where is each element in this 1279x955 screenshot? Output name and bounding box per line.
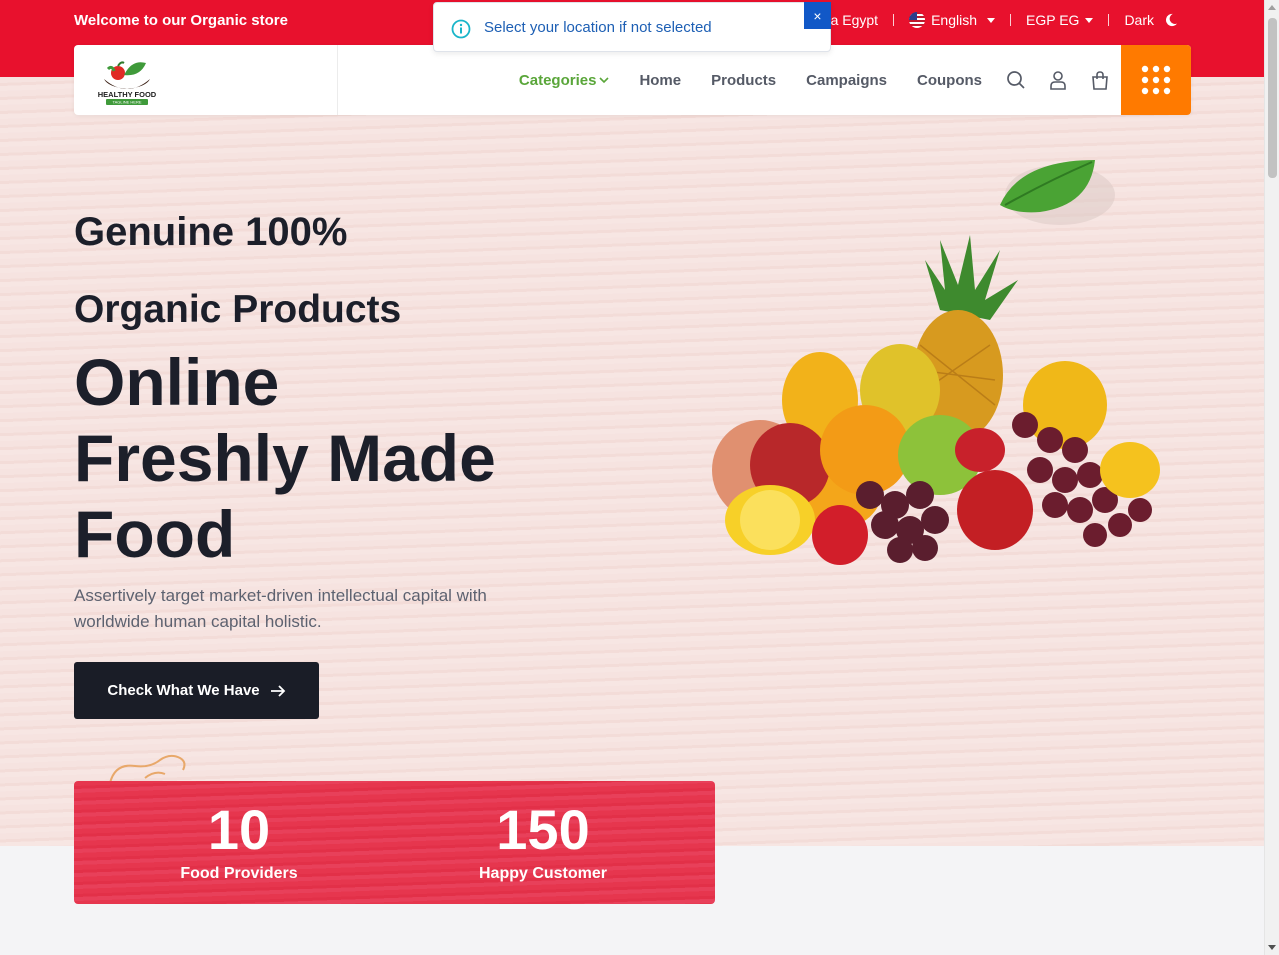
language-selector[interactable]: English (909, 12, 995, 28)
check-what-we-have-button[interactable]: Check What We Have (74, 662, 319, 719)
divider (1108, 14, 1110, 26)
hero-heading-line2: Organic Products (74, 288, 402, 331)
nav-products[interactable]: Products (711, 72, 776, 89)
search-icon[interactable] (1006, 70, 1026, 90)
top-bar-controls: dria Egypt English EGP EG Dark (815, 12, 1178, 28)
logo-container[interactable]: HEALTHY FOOD TAGLINE HERE (74, 45, 338, 115)
us-flag-icon (909, 12, 926, 28)
chevron-down-icon (599, 77, 610, 84)
page-scrollbar[interactable] (1264, 0, 1279, 955)
stat-happy-customer: 150 Happy Customer (443, 799, 643, 883)
toast-close-button[interactable]: × (804, 2, 831, 29)
fruit-pile-image (712, 160, 1160, 565)
caret-down-icon (1085, 17, 1094, 23)
moon-icon (1165, 13, 1178, 27)
logo-tagline-text: TAGLINE HERE (112, 100, 141, 105)
divider (893, 14, 895, 26)
nav-links: Categories Home Products Campaigns Coupo… (519, 45, 982, 115)
scroll-thumb[interactable] (1268, 18, 1277, 178)
info-icon (451, 19, 471, 39)
healthy-food-logo: HEALTHY FOOD TAGLINE HERE (98, 61, 157, 105)
scroll-down-arrow-icon[interactable] (1268, 945, 1276, 950)
stat-label: Happy Customer (478, 865, 608, 882)
nav-home[interactable]: Home (639, 72, 681, 89)
nav-categories-label: Categories (518, 71, 597, 89)
menu-grid-button[interactable] (1121, 45, 1191, 115)
nav-coupons[interactable]: Coupons (917, 72, 982, 89)
hero-heading-line1: Genuine 100% (74, 210, 348, 254)
main-navbar: HEALTHY FOOD TAGLINE HERE Categories Hom… (74, 45, 1191, 115)
hero-title: Online Freshly Made Food (74, 344, 594, 572)
theme-toggle[interactable]: Dark (1124, 12, 1178, 28)
hero-description: Assertively target market-driven intelle… (74, 586, 487, 631)
theme-label: Dark (1124, 12, 1154, 28)
location-toast: Select your location if not selected × (433, 2, 831, 52)
stat-label: Food Providers (180, 865, 298, 882)
welcome-text: Welcome to our Organic store (74, 12, 288, 29)
nav-campaigns[interactable]: Campaigns (806, 72, 887, 89)
hero-title-line1: Online (74, 345, 280, 419)
nav-icons (1006, 45, 1110, 115)
stat-value: 10 (207, 798, 271, 861)
caret-down-icon (987, 17, 995, 23)
logo-brand-text: HEALTHY FOOD (98, 90, 157, 99)
shopping-bag-icon[interactable] (1090, 70, 1110, 90)
stats-banner: 10 Food Providers 150 Happy Customer (74, 781, 715, 904)
hero-title-line2: Freshly Made (74, 421, 496, 495)
scroll-up-arrow-icon[interactable] (1268, 5, 1276, 10)
stat-food-providers: 10 Food Providers (139, 799, 339, 883)
arrow-right-icon (270, 684, 285, 697)
language-label: English (931, 12, 977, 28)
toast-message: Select your location if not selected (484, 19, 712, 36)
divider (1010, 14, 1011, 26)
stat-value: 150 (496, 798, 590, 861)
user-icon[interactable] (1048, 70, 1068, 90)
nav-categories[interactable]: Categories (519, 72, 610, 89)
currency-label: EGP EG (1026, 12, 1080, 28)
cta-label: Check What We Have (107, 682, 260, 699)
grid-dots-icon (1141, 65, 1171, 95)
currency-selector[interactable]: EGP EG (1026, 12, 1094, 28)
hero-title-line3: Food (74, 497, 236, 571)
